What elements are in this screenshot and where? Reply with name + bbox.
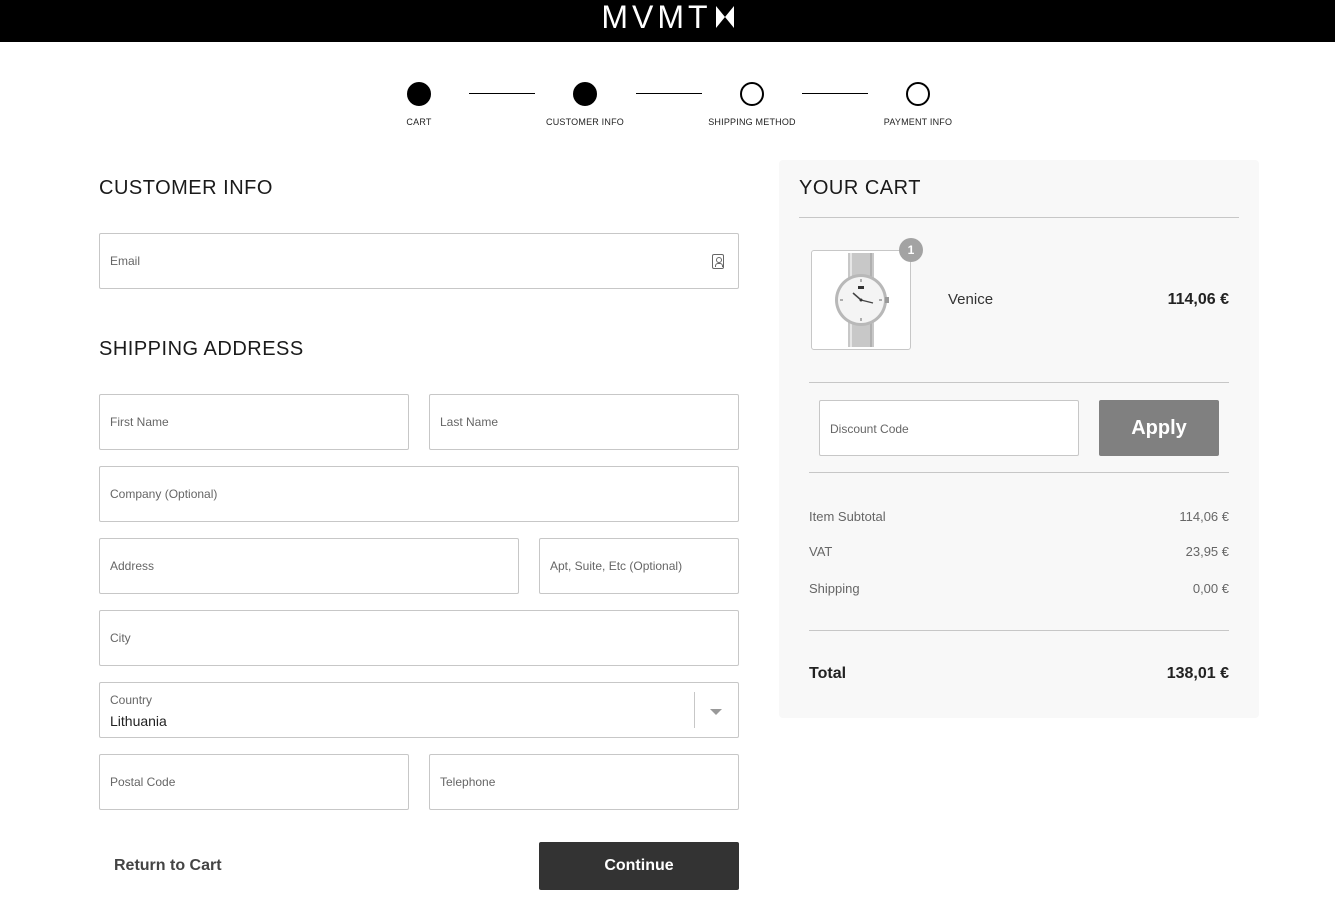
postal-code-field[interactable]: Postal Code bbox=[99, 754, 409, 810]
step-dot-current-icon bbox=[573, 82, 597, 106]
step-shipping-method: SHIPPING METHOD bbox=[692, 80, 812, 127]
total-value: 138,01 € bbox=[1166, 665, 1229, 682]
select-divider bbox=[694, 692, 695, 728]
vat-value: 23,95 € bbox=[1185, 544, 1229, 559]
contact-card-icon[interactable] bbox=[712, 254, 724, 269]
brand-logo[interactable]: MVMT bbox=[0, 0, 1335, 34]
first-name-placeholder: First Name bbox=[110, 415, 169, 429]
your-cart-heading: YOUR CART bbox=[799, 177, 921, 199]
logo-mark-icon bbox=[715, 6, 734, 28]
continue-button[interactable]: Continue bbox=[539, 842, 739, 890]
country-label: Country bbox=[110, 693, 153, 707]
telephone-field[interactable]: Telephone bbox=[429, 754, 739, 810]
step-label: SHIPPING METHOD bbox=[708, 117, 796, 127]
step-dot-complete-icon bbox=[407, 82, 431, 106]
logo-wordmark: MVMT bbox=[601, 0, 712, 35]
subtotal-label: Item Subtotal bbox=[809, 509, 886, 524]
checkout-progress: CART CUSTOMER INFO SHIPPING METHOD PAYME… bbox=[0, 80, 1335, 130]
apt-suite-placeholder: Apt, Suite, Etc (Optional) bbox=[550, 559, 683, 573]
shipping-value: 0,00 € bbox=[1192, 581, 1229, 596]
discount-code-placeholder: Discount Code bbox=[830, 422, 909, 436]
last-name-field[interactable]: Last Name bbox=[429, 394, 739, 450]
postal-code-placeholder: Postal Code bbox=[110, 775, 176, 789]
company-placeholder: Company (Optional) bbox=[110, 487, 218, 501]
divider bbox=[809, 382, 1229, 383]
city-placeholder: City bbox=[110, 631, 131, 645]
telephone-placeholder: Telephone bbox=[440, 775, 496, 789]
email-placeholder: Email bbox=[110, 254, 141, 268]
step-customer-info[interactable]: CUSTOMER INFO bbox=[525, 80, 645, 127]
shipping-address-heading: SHIPPING ADDRESS bbox=[99, 338, 304, 360]
watch-icon bbox=[835, 253, 889, 347]
divider bbox=[809, 630, 1229, 631]
shipping-label: Shipping bbox=[809, 581, 860, 596]
step-label: CART bbox=[406, 117, 432, 127]
last-name-placeholder: Last Name bbox=[440, 415, 499, 429]
step-label: PAYMENT INFO bbox=[883, 117, 953, 127]
step-label: CUSTOMER INFO bbox=[546, 117, 624, 127]
quantity-badge: 1 bbox=[899, 238, 923, 262]
product-name: Venice bbox=[948, 291, 994, 308]
company-field[interactable]: Company (Optional) bbox=[99, 466, 739, 522]
product-price: 114,06 € bbox=[1167, 291, 1229, 308]
discount-code-field[interactable]: Discount Code bbox=[819, 400, 1079, 456]
vat-label: VAT bbox=[809, 544, 833, 559]
step-cart[interactable]: CART bbox=[359, 80, 479, 127]
first-name-field[interactable]: First Name bbox=[99, 394, 409, 450]
chevron-down-icon[interactable] bbox=[710, 709, 722, 715]
total-label: Total bbox=[809, 665, 847, 682]
country-value: Lithuania bbox=[110, 713, 167, 729]
divider bbox=[799, 217, 1239, 218]
divider bbox=[809, 472, 1229, 473]
country-select[interactable]: Country Lithuania bbox=[99, 682, 739, 738]
step-dot-pending-icon bbox=[906, 82, 930, 106]
address-placeholder: Address bbox=[110, 559, 155, 573]
apt-suite-field[interactable]: Apt, Suite, Etc (Optional) bbox=[539, 538, 739, 594]
email-field[interactable]: Email bbox=[99, 233, 739, 289]
step-dot-pending-icon bbox=[740, 82, 764, 106]
apply-discount-button[interactable]: Apply bbox=[1099, 400, 1219, 456]
subtotal-value: 114,06 € bbox=[1179, 509, 1229, 524]
address-field[interactable]: Address bbox=[99, 538, 519, 594]
top-header: MVMT bbox=[0, 0, 1335, 42]
return-to-cart-link[interactable]: Return to Cart bbox=[114, 857, 222, 875]
step-payment-info: PAYMENT INFO bbox=[858, 80, 978, 127]
city-field[interactable]: City bbox=[99, 610, 739, 666]
customer-info-heading: CUSTOMER INFO bbox=[99, 177, 273, 199]
